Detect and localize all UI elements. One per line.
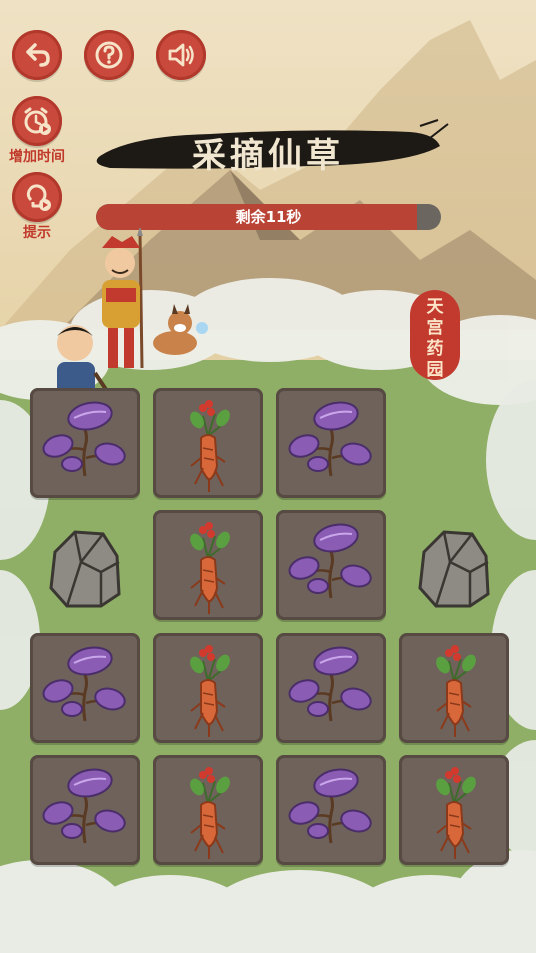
- tile-ginseng[interactable]: [153, 633, 263, 743]
- ginseng-icon: [190, 400, 230, 492]
- game-title: 采摘仙草: [192, 136, 344, 176]
- lightbulb-play-icon: [26, 184, 51, 211]
- sound-button[interactable]: [156, 30, 206, 80]
- tile-ginseng[interactable]: [153, 755, 263, 865]
- tile-purple-herb[interactable]: [30, 633, 140, 743]
- game-stage: 增加时间 提示 采摘仙草 剩余11秒 天 宫 药 园: [0, 0, 536, 953]
- rock-icon: [418, 530, 490, 608]
- question-icon: [95, 41, 123, 69]
- tile-ginseng[interactable]: [153, 510, 263, 620]
- rock-obstacle: [414, 522, 494, 612]
- tile-purple-herb[interactable]: [276, 388, 386, 498]
- tile-purple-herb[interactable]: [30, 755, 140, 865]
- help-button[interactable]: [84, 30, 134, 80]
- timer-bar: 剩余11秒: [96, 204, 441, 230]
- purple-herb-icon: [42, 646, 126, 722]
- garden-sign: 天 宫 药 园: [410, 290, 460, 380]
- ginseng-icon: [190, 522, 230, 614]
- rock-icon: [49, 530, 121, 608]
- purple-herb-icon: [288, 768, 372, 844]
- back-button[interactable]: [12, 30, 62, 80]
- back-arrow-icon: [26, 43, 50, 67]
- tile-purple-herb[interactable]: [276, 510, 386, 620]
- purple-herb-icon: [288, 646, 372, 722]
- hint-label: 提示: [23, 225, 51, 241]
- purple-herb-icon: [288, 401, 372, 477]
- purple-herb-icon: [288, 523, 372, 599]
- ginseng-icon: [436, 767, 476, 859]
- ginseng-icon: [190, 645, 230, 737]
- ginseng-icon: [190, 767, 230, 859]
- tile-ginseng[interactable]: [399, 755, 509, 865]
- tile-ginseng[interactable]: [399, 633, 509, 743]
- purple-herb-icon: [42, 401, 126, 477]
- ginseng-icon: [436, 645, 476, 737]
- tile-purple-herb[interactable]: [30, 388, 140, 498]
- tile-purple-herb[interactable]: [276, 633, 386, 743]
- speaker-icon: [168, 43, 194, 67]
- purple-herb-icon: [42, 768, 126, 844]
- tile-ginseng[interactable]: [153, 388, 263, 498]
- rock-obstacle: [45, 522, 125, 612]
- tile-purple-herb[interactable]: [276, 755, 386, 865]
- hint-button[interactable]: [12, 172, 62, 222]
- garden-sign-char: 园: [426, 360, 444, 380]
- timer-label: 剩余11秒: [235, 208, 302, 226]
